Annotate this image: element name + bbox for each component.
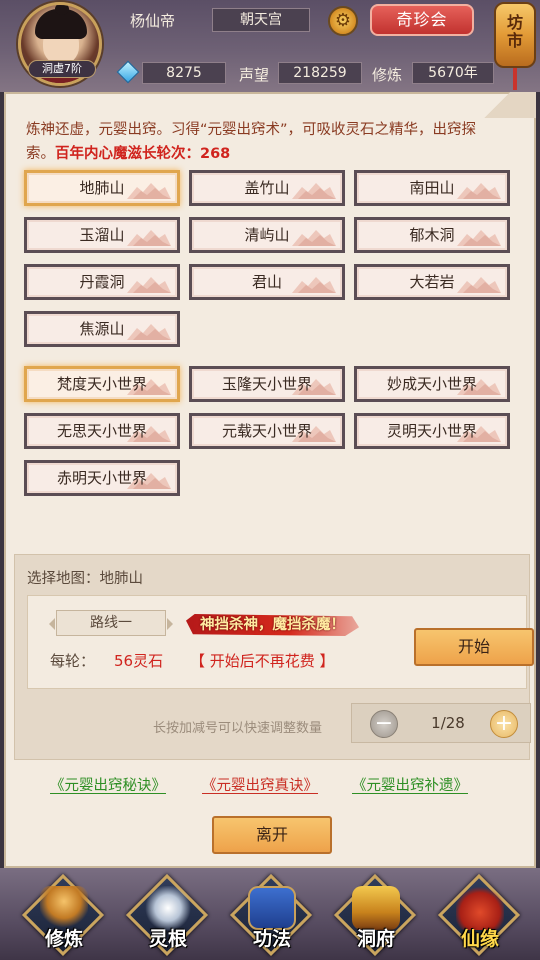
nav-cave-residence[interactable]: 洞府: [328, 872, 424, 958]
map-label: 南田山: [409, 179, 455, 197]
start-button[interactable]: 开始: [414, 628, 534, 666]
world-label: 赤明天小世界: [56, 469, 147, 487]
world-button-0[interactable]: 梵度天小世界: [24, 366, 180, 402]
round-stepper: − 1/28 +: [351, 703, 531, 743]
reputation-label: 声望: [239, 66, 270, 84]
player-name: 杨仙帝: [130, 12, 176, 30]
map-label: 郁木洞: [409, 226, 455, 244]
map-button-1[interactable]: 盖竹山: [189, 170, 345, 206]
selection-panel: 选择地图：地肺山 路线一 神挡杀神，魔挡杀魔！ 每轮： 56灵石 【 开始后不再…: [14, 554, 534, 760]
intro-text: 炼神还虚，元婴出窍。习得“元婴出窍术”，可吸收灵石之精华，出窍探索。百年内心魔滋…: [26, 118, 496, 166]
world-label: 灵明天小世界: [386, 422, 477, 440]
selected-map-name: 地肺山: [99, 571, 144, 587]
map-label: 大若岩: [409, 273, 455, 291]
map-button-7[interactable]: 君山: [189, 264, 345, 300]
nav-fate[interactable]: 仙缘: [432, 872, 528, 958]
nav-label: 灵根: [148, 928, 187, 950]
world-button-4[interactable]: 元载天小世界: [189, 413, 345, 449]
main-panel: 炼神还虚，元婴出窍。习得“元婴出窍术”，可吸收灵石之精华，出窍探索。百年内心魔滋…: [4, 92, 536, 868]
route-selector[interactable]: 路线一: [49, 610, 173, 636]
reputation-value: 218259: [278, 62, 362, 84]
minus-icon[interactable]: −: [370, 710, 398, 738]
market-lantern-button[interactable]: 坊市: [494, 2, 536, 90]
map-label: 君山: [251, 273, 282, 291]
world-button-2[interactable]: 妙成天小世界: [354, 366, 510, 402]
nav-spirit-root[interactable]: 灵根: [120, 872, 216, 958]
treasure-fair-button[interactable]: 奇珍会: [370, 4, 474, 36]
plus-icon[interactable]: +: [490, 710, 518, 738]
world-button-3[interactable]: 无思天小世界: [24, 413, 180, 449]
market-label: 坊市: [507, 13, 524, 50]
select-map-prefix: 选择地图：: [27, 571, 100, 587]
stepper-hint: 长按加减号可以快速调整数量: [153, 721, 323, 736]
map-label: 玉溜山: [79, 226, 125, 244]
map-label: 丹霞洞: [79, 273, 125, 291]
cultivation-value: 5670年: [412, 62, 494, 84]
map-button-2[interactable]: 南田山: [354, 170, 510, 206]
nav-cultivate[interactable]: 修炼: [16, 872, 112, 958]
map-button-0[interactable]: 地肺山: [24, 170, 180, 206]
world-button-5[interactable]: 灵明天小世界: [354, 413, 510, 449]
map-button-4[interactable]: 清屿山: [189, 217, 345, 253]
world-label: 玉隆天小世界: [221, 375, 312, 393]
cost-value: 56灵石: [114, 652, 164, 670]
sect-name: 朝天宫: [212, 8, 310, 32]
bottom-nav: 修炼 灵根 功法 洞府 仙缘: [0, 868, 540, 960]
route-card: 路线一 神挡杀神，魔挡杀魔！ 每轮： 56灵石 【 开始后不再花费 】 开始: [27, 595, 534, 689]
settings-gear-icon[interactable]: ⚙: [328, 6, 358, 36]
route-slogan: 神挡杀神，魔挡杀魔！: [186, 614, 359, 636]
leave-button[interactable]: 离开: [212, 816, 332, 854]
nav-label: 功法: [252, 928, 291, 950]
world-label: 梵度天小世界: [56, 375, 147, 393]
spirit-stone-icon: [116, 60, 140, 84]
nav-label: 仙缘: [460, 928, 499, 950]
inner-demon-count: 百年内心魔滋长轮次：268: [55, 146, 231, 162]
link-true-manual[interactable]: 《元婴出窍真诀》: [202, 774, 318, 795]
world-button-1[interactable]: 玉隆天小世界: [189, 366, 345, 402]
map-button-9[interactable]: 焦源山: [24, 311, 180, 347]
world-button-6[interactable]: 赤明天小世界: [24, 460, 180, 496]
map-label: 盖竹山: [244, 179, 290, 197]
map-button-5[interactable]: 郁木洞: [354, 217, 510, 253]
world-label: 元载天小世界: [221, 422, 312, 440]
nav-label: 洞府: [356, 928, 395, 950]
map-button-8[interactable]: 大若岩: [354, 264, 510, 300]
map-button-3[interactable]: 玉溜山: [24, 217, 180, 253]
spirit-stone-count: 8275: [142, 62, 226, 84]
map-label: 清屿山: [244, 226, 290, 244]
map-label: 焦源山: [79, 320, 125, 338]
link-secret-manual[interactable]: 《元婴出窍秘诀》: [50, 774, 166, 795]
nav-technique[interactable]: 功法: [224, 872, 320, 958]
world-label: 无思天小世界: [56, 422, 147, 440]
nav-label: 修炼: [44, 928, 83, 950]
top-bar: 洞虚7阶 杨仙帝 朝天宫 ⚙ 奇珍会 坊市 8275 声望 218259 修炼 …: [0, 0, 540, 92]
selected-map-label: 选择地图：地肺山: [27, 567, 143, 588]
map-label: 地肺山: [79, 179, 125, 197]
cost-label: 每轮：: [50, 652, 96, 670]
stepper-value: 1/28: [431, 714, 465, 732]
rank-badge: 洞虚7阶: [28, 60, 96, 78]
map-button-6[interactable]: 丹霞洞: [24, 264, 180, 300]
cost-note: 【 开始后不再花费 】: [190, 652, 335, 670]
world-label: 妙成天小世界: [386, 375, 477, 393]
cultivation-label: 修炼: [372, 66, 403, 84]
link-supplement-manual[interactable]: 《元婴出窍补遗》: [352, 774, 468, 795]
